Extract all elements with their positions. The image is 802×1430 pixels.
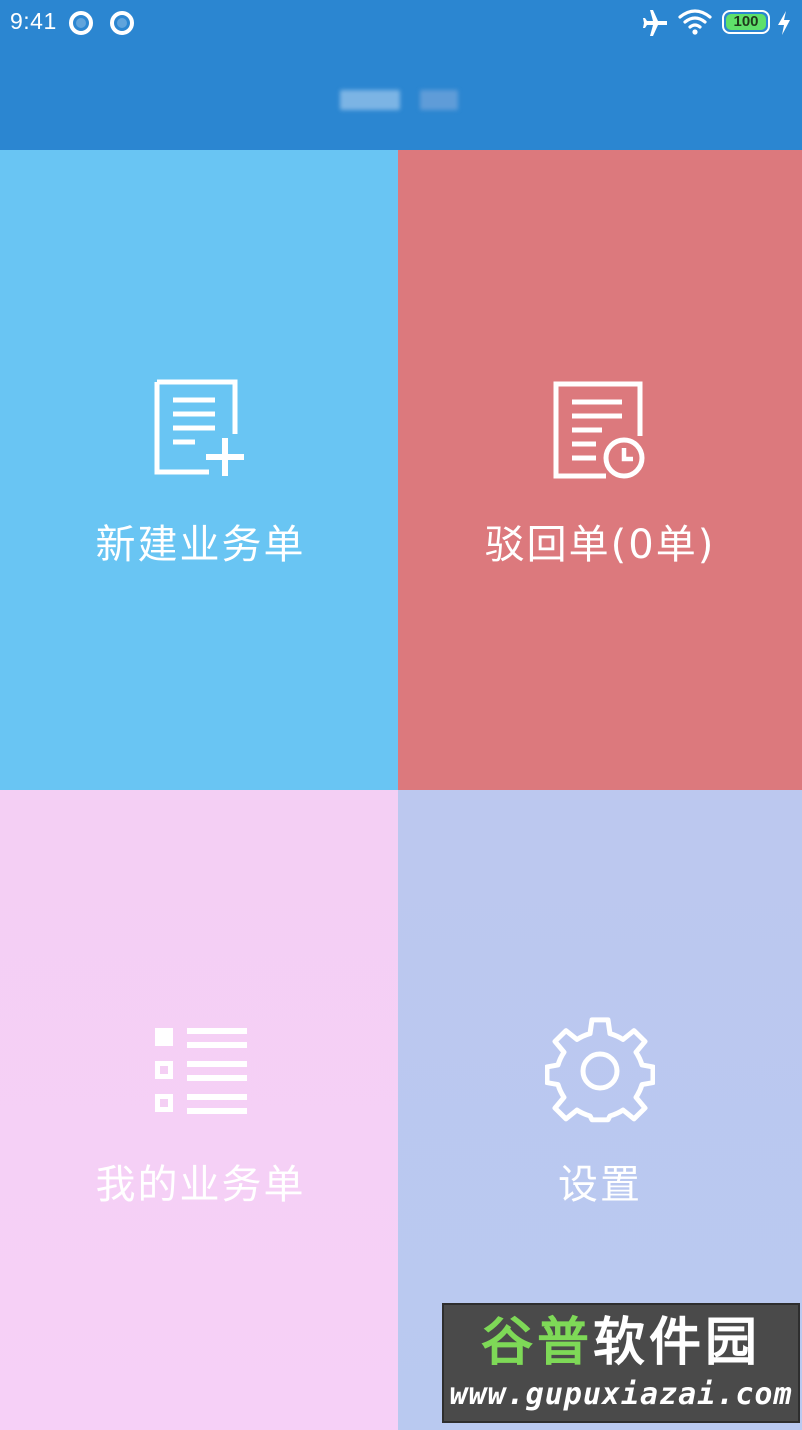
watermark-name-part1: 谷普	[480, 1313, 593, 1373]
tile-my-business-forms-label: 我的业务单	[95, 1162, 306, 1208]
battery-icon: 100	[722, 10, 770, 34]
tile-my-business-forms[interactable]: 我的业务单	[0, 790, 401, 1430]
tile-rejected-forms[interactable]: 驳回单(0单)	[398, 150, 802, 790]
list-icon	[154, 1028, 247, 1114]
charging-bolt-icon	[778, 11, 790, 35]
tile-rejected-forms-label: 驳回单(0单)	[484, 522, 716, 568]
app-title-blurred	[340, 90, 400, 110]
tile-new-business-form[interactable]: 新建业务单	[0, 150, 401, 790]
app-title-blurred	[420, 90, 458, 110]
status-time: 9:41	[10, 8, 57, 34]
battery-level: 100	[733, 13, 759, 30]
app-screen: 9:41 100 新建业务单 驳回单(0单) 我的业务单 设置 谷普软件园 ww…	[0, 0, 802, 1430]
watermark-logo: 谷普软件园 www.gupuxiazai.com	[442, 1303, 800, 1423]
watermark-name-part2: 软件园	[593, 1313, 762, 1373]
new-form-icon	[154, 379, 244, 476]
airplane-icon	[643, 10, 667, 36]
wifi-icon	[678, 9, 712, 35]
tile-new-business-form-label: 新建业务单	[95, 522, 306, 568]
tile-settings-label: 设置	[558, 1162, 642, 1208]
rejected-form-clock-icon	[553, 381, 645, 479]
gear-icon	[545, 1017, 655, 1123]
status-bar: 9:41 100	[0, 0, 802, 46]
watermark-url: www.gupuxiazai.com	[449, 1377, 793, 1412]
watermark-title: 谷普软件园	[444, 1313, 798, 1373]
notification-ring-icon	[110, 11, 134, 35]
notification-ring-icon	[69, 11, 93, 35]
app-header: 9:41 100	[0, 0, 802, 150]
